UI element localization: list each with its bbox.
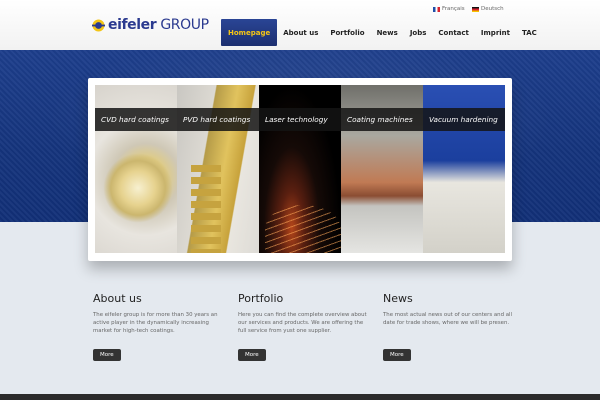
gear-image <box>191 165 221 253</box>
flag-de-icon <box>472 6 479 12</box>
eifeler-logo[interactable]: eifeler GROUP <box>92 14 209 36</box>
image-slider: CVD hard coatings PVD hard coatings Lase… <box>88 78 512 261</box>
language-label: Deutsch <box>481 6 504 12</box>
nav-about-us[interactable]: About us <box>277 19 324 46</box>
slide-caption: Coating machines <box>341 108 423 131</box>
nav-tac[interactable]: TAC <box>516 19 543 46</box>
slide-caption: CVD hard coatings <box>95 108 177 131</box>
portfolio-section: Portfolio Here you can find the complete… <box>238 292 368 361</box>
section-text: The eifeler group is for more than 30 ye… <box>93 312 218 334</box>
coating-disc-image <box>103 153 173 223</box>
language-link-german[interactable]: Deutsch <box>472 6 504 12</box>
section-title: About us <box>93 292 142 305</box>
site-header: eifeler GROUP Français Deutsch Homepage … <box>0 0 600 50</box>
news-section: News The most actual news out of our cen… <box>383 292 513 361</box>
nav-contact[interactable]: Contact <box>432 19 475 46</box>
brand-name: eifeler GROUP <box>108 17 209 33</box>
flag-fr-icon <box>433 6 440 12</box>
slide-vacuum-hardening[interactable]: Vacuum hardening <box>423 85 505 253</box>
section-title: Portfolio <box>238 292 284 305</box>
slide-caption: Laser technology <box>259 108 341 131</box>
slide-caption: PVD hard coatings <box>177 108 259 131</box>
eifeler-logo-mark-icon <box>92 19 105 31</box>
slide-cvd-hard-coatings[interactable]: CVD hard coatings <box>95 85 177 253</box>
about-us-more-button[interactable]: More <box>93 349 121 361</box>
language-link-french[interactable]: Français <box>433 6 465 12</box>
nav-homepage[interactable]: Homepage <box>221 19 278 46</box>
nav-news[interactable]: News <box>371 19 404 46</box>
nav-portfolio[interactable]: Portfolio <box>324 19 370 46</box>
language-label: Français <box>442 6 465 12</box>
section-text: The most actual news out of our centers … <box>383 312 513 326</box>
main-nav: Homepage About us Portfolio News Jobs Co… <box>221 19 543 46</box>
nav-jobs[interactable]: Jobs <box>404 19 433 46</box>
section-text: Here you can find the complete overview … <box>238 312 367 334</box>
portfolio-more-button[interactable]: More <box>238 349 266 361</box>
slide-coating-machines[interactable]: Coating machines <box>341 85 423 253</box>
footer-bar <box>0 394 600 400</box>
nav-imprint[interactable]: Imprint <box>475 19 516 46</box>
news-more-button[interactable]: More <box>383 349 411 361</box>
section-title: News <box>383 292 413 305</box>
slide-laser-technology[interactable]: Laser technology <box>259 85 341 253</box>
slide-caption: Vacuum hardening <box>423 108 505 131</box>
about-us-section: About us The eifeler group is for more t… <box>93 292 223 361</box>
sparks-image <box>265 205 341 253</box>
slide-pvd-hard-coatings[interactable]: PVD hard coatings <box>177 85 259 253</box>
